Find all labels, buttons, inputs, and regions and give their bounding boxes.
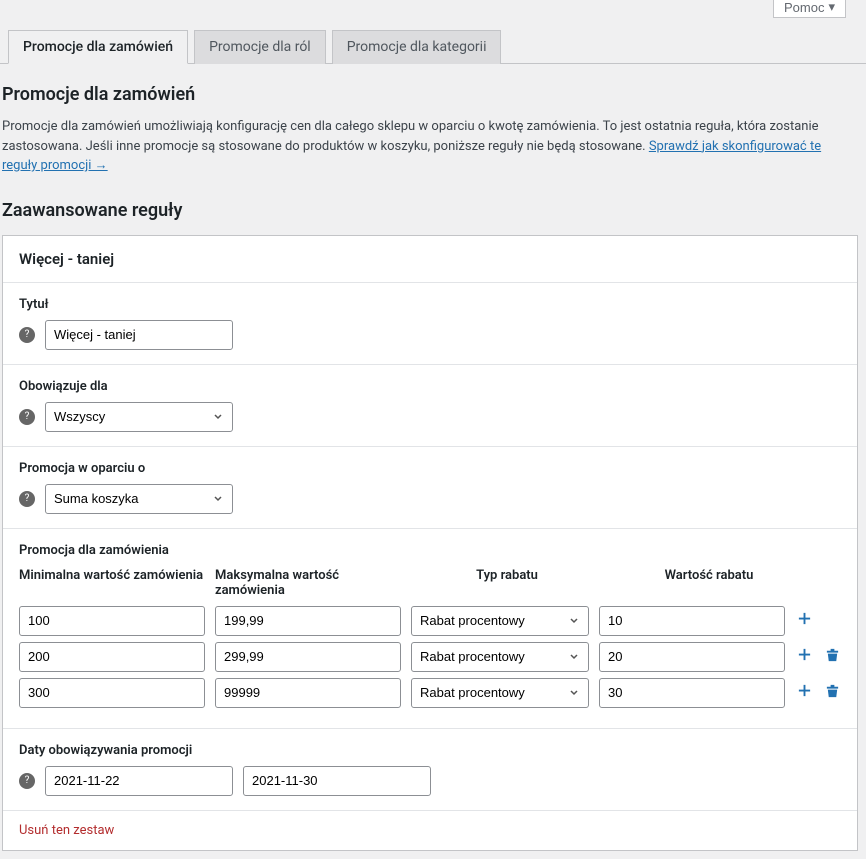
table-row: Rabat procentowy [19,606,841,636]
table-row: Rabat procentowy [19,678,841,708]
help-button[interactable]: Pomoc ▾ [773,0,846,18]
panel-title: Więcej - taniej [3,236,857,283]
col-type-header: Typ rabatu [411,568,603,598]
value-input[interactable] [599,678,785,708]
col-max-header: Maksymalna wartość zamówienia [215,568,401,598]
tab-categories[interactable]: Promocje dla kategorii [332,30,502,64]
dates-label: Daty obowiązywania promocji [19,743,841,758]
min-input[interactable] [19,642,205,672]
min-input[interactable] [19,678,205,708]
value-input[interactable] [599,606,785,636]
max-input[interactable] [215,606,401,636]
dates-section: Daty obowiązywania promocji ? [3,729,857,811]
delete-row-icon[interactable] [823,683,841,702]
date-to-input[interactable] [243,766,431,796]
max-input[interactable] [215,678,401,708]
title-section: Tytuł ? [3,283,857,365]
based-on-select[interactable]: Suma koszyka [45,484,233,514]
max-input[interactable] [215,642,401,672]
table-row: Rabat procentowy [19,642,841,672]
chevron-down-icon: ▾ [828,0,835,15]
add-row-icon[interactable] [795,610,813,631]
help-icon[interactable]: ? [19,409,35,425]
help-icon[interactable]: ? [19,327,35,343]
tab-orders[interactable]: Promocje dla zamówień [8,30,188,64]
table-header: Minimalna wartość zamówienia Maksymalna … [19,568,841,598]
add-row-icon[interactable] [795,646,813,667]
value-input[interactable] [599,642,785,672]
page-title: Promocje dla zamówień [2,84,858,105]
order-promo-section: Promocja dla zamówienia Minimalna wartoś… [3,529,857,729]
applies-section: Obowiązuje dla ? Wszyscy [3,365,857,447]
min-input[interactable] [19,606,205,636]
applies-label: Obowiązuje dla [19,379,841,394]
tabs-nav: Promocje dla zamówień Promocje dla ról P… [8,30,866,64]
title-label: Tytuł [19,297,841,312]
type-select[interactable]: Rabat procentowy [411,678,589,708]
type-select[interactable]: Rabat procentowy [411,642,589,672]
tab-roles[interactable]: Promocje dla ról [194,30,326,64]
help-icon[interactable]: ? [19,773,35,789]
order-promo-label: Promocja dla zamówienia [19,543,841,558]
help-icon[interactable]: ? [19,491,35,507]
help-button-label: Pomoc [784,0,824,15]
advanced-rules-heading: Zaawansowane reguły [2,200,858,221]
page-description: Promocje dla zamówień umożliwiają konfig… [2,117,852,176]
applies-select[interactable]: Wszyscy [45,402,233,432]
delete-set-link[interactable]: Usuń ten zestaw [3,811,130,850]
add-row-icon[interactable] [795,682,813,703]
date-from-input[interactable] [45,766,233,796]
based-on-label: Promocja w oparciu o [19,461,841,476]
delete-row-icon[interactable] [823,647,841,666]
col-value-header: Wartość rabatu [613,568,805,598]
title-input[interactable] [45,320,233,350]
col-min-header: Minimalna wartość zamówienia [19,568,205,598]
rule-panel: Więcej - taniej Tytuł ? Obowiązuje dla ?… [2,235,858,851]
based-on-section: Promocja w oparciu o ? Suma koszyka [3,447,857,529]
type-select[interactable]: Rabat procentowy [411,606,589,636]
